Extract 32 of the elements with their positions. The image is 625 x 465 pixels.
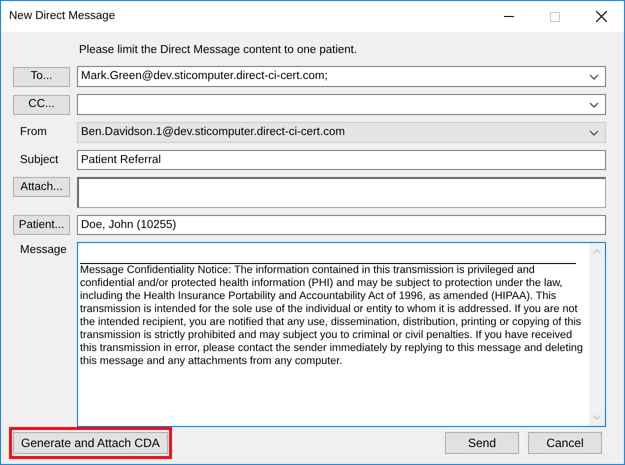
combo-box[interactable] [77, 94, 606, 116]
dialog-button[interactable]: Cancel [528, 432, 602, 454]
chevron-down-icon [589, 102, 599, 108]
field-value: Mark.Green@dev.sticomputer.direct-ci-cert.com; [81, 69, 328, 84]
dialog-button[interactable]: Generate and Attach CDA [13, 432, 168, 454]
scrollbar[interactable] [589, 243, 605, 426]
chevron-down-icon [589, 74, 599, 80]
notice-text: Please limit the Direct Message content to one patient. [78, 43, 358, 58]
field-label: Message [19, 243, 68, 258]
field-button[interactable]: Patient... [13, 215, 70, 236]
field-button[interactable]: CC... [13, 94, 70, 115]
field-button[interactable]: Attach... [13, 177, 70, 198]
text-field[interactable]: Patient Referral [77, 150, 606, 170]
minimize-icon [504, 16, 514, 17]
maximize-icon [550, 12, 560, 22]
attachment-field[interactable] [77, 177, 606, 208]
field-value: Patient Referral [81, 152, 161, 168]
text-field[interactable]: Doe, John (10255) [77, 215, 606, 236]
message-text: Message Confidentiality Notice: The information contained in this transmission is privileged and confidential and/or protected health information (PHI) and may be subject to protection under the law, including the Health Insurance Portability and Accountability Act of 1996, as amended (HIPAA). This transmission is intended for the sole use of the individual or entity to whom it is addressed. If you are not the intended recipient, you are notified that any use, dissemination, distribution, printing or copying of this transmission is strictly prohibited and may subject you to criminal or civil penalties. If you have received this transmission in error, please contact the sender immediately by replying to this message and deleting this message and any attachments from any computer. [80, 264, 584, 368]
field-label: Subject [19, 152, 60, 168]
field-label: From [19, 125, 48, 140]
window-title: New Direct Message [8, 8, 116, 24]
message-field[interactable] [77, 242, 606, 428]
field-button[interactable]: To... [13, 66, 70, 87]
scroll-up-icon [593, 249, 601, 254]
chevron-down-icon [589, 130, 599, 136]
scroll-down-icon [593, 415, 601, 420]
field-value: Ben.Davidson.1@dev.sticomputer.direct-ci-cert.com [81, 125, 345, 140]
combo-box[interactable]: Mark.Green@dev.sticomputer.direct-ci-cert.com; [77, 66, 606, 88]
field-value: Doe, John (10255) [81, 218, 176, 233]
dialog-button[interactable]: Send [445, 432, 519, 454]
close-icon [596, 11, 606, 22]
